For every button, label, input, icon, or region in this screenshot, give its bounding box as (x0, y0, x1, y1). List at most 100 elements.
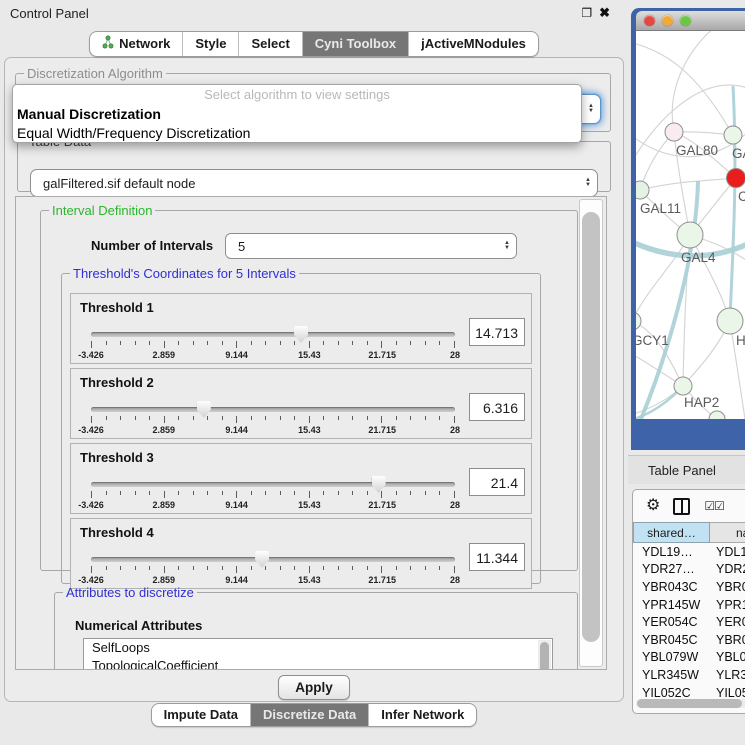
tick-mark (439, 491, 440, 495)
dropdown-placeholder-item[interactable]: Select algorithm to view settings (13, 85, 581, 104)
tab-cyni-toolbox[interactable]: Cyni Toolbox (302, 32, 408, 56)
network-edge[interactable] (636, 41, 733, 135)
network-window: GAL80GACGAL11GAL4GCY1HHAP2 (631, 8, 745, 450)
tab-jactivemnodules[interactable]: jActiveMNodules (408, 32, 538, 56)
combo-stepper-icon[interactable]: ▲▼ (579, 178, 597, 188)
network-node[interactable] (665, 123, 683, 141)
network-node[interactable] (677, 222, 703, 248)
table-row[interactable]: YPR145WYPR14 (633, 596, 745, 614)
table-row[interactable]: YBR045CYBR04 (633, 631, 745, 649)
combo-stepper-icon[interactable]: ▲▼ (582, 104, 600, 114)
table-row[interactable]: YBL079WYBL07 (633, 649, 745, 667)
num-intervals-spinner[interactable]: 5 ▲▼ (225, 233, 517, 259)
node-label: HAP2 (684, 395, 719, 410)
tick-mark (396, 416, 397, 420)
checkboxes-icon[interactable]: ☑☑ (704, 499, 724, 513)
attribute-list-item[interactable]: SelfLoops (84, 639, 552, 657)
network-edge[interactable] (640, 178, 736, 190)
column-header-name[interactable]: na (710, 522, 745, 543)
cell-name: YER05 (710, 615, 745, 629)
threshold-value-field[interactable]: 6.316 (469, 393, 525, 421)
tick-mark (106, 341, 107, 345)
tick-mark (439, 566, 440, 570)
slider-tick-labels: -3.4262.8599.14415.4321.71528 (91, 425, 455, 435)
tick-mark (178, 416, 179, 420)
slider-track[interactable] (91, 407, 455, 412)
tick-mark (164, 341, 165, 348)
threshold-slider[interactable]: -3.4262.8599.14415.4321.71528 (91, 549, 455, 585)
table-data-combobox[interactable]: galFiltered.sif default node ▲▼ (30, 169, 598, 197)
node-label: H (736, 333, 745, 348)
tab-network[interactable]: Network (90, 32, 182, 56)
spinner-stepper-icon[interactable]: ▲▼ (498, 241, 516, 251)
top-tab-bar: NetworkStyleSelectCyni ToolboxjActiveMNo… (0, 31, 628, 57)
tick-mark (338, 566, 339, 570)
tab-style[interactable]: Style (182, 32, 238, 56)
table-row[interactable]: YDL19…YDL19 (633, 543, 745, 561)
tab-infer-network[interactable]: Infer Network (368, 704, 476, 726)
slider-track[interactable] (91, 332, 455, 337)
tick-mark (367, 341, 368, 345)
gear-icon[interactable]: ⚙ (646, 498, 660, 514)
list-scrollbar[interactable] (538, 640, 551, 670)
network-node[interactable] (727, 169, 745, 188)
threshold-label: Threshold 1 (80, 300, 154, 315)
columns-icon[interactable] (673, 498, 690, 515)
tab-discretize-data[interactable]: Discretize Data (250, 704, 368, 726)
cell-name: YLR34 (710, 668, 745, 682)
attribute-list-item[interactable]: TopologicalCoefficient (84, 657, 552, 671)
tick-label: 21.715 (368, 350, 396, 360)
table-hscrollbar[interactable] (636, 699, 745, 708)
table-row[interactable]: YBR043CYBR04 (633, 578, 745, 596)
tab-impute-data[interactable]: Impute Data (152, 704, 250, 726)
interval-definition-label: Interval Definition (49, 203, 155, 218)
network-edge[interactable] (672, 31, 716, 132)
float-window-icon[interactable]: ❐ (581, 6, 592, 20)
network-node[interactable] (717, 308, 743, 334)
tick-label: -3.426 (78, 350, 104, 360)
tick-mark (236, 491, 237, 498)
num-intervals-label: Number of Intervals (91, 238, 213, 253)
network-node[interactable] (636, 312, 641, 330)
threshold-panel: Threshold 1 -3.4262.8599.14415.4321.71528… (70, 293, 532, 364)
network-canvas[interactable]: GAL80GACGAL11GAL4GCY1HHAP2 (636, 31, 745, 419)
dropdown-option[interactable]: Equal Width/Frequency Discretization (13, 123, 581, 142)
column-header-shared[interactable]: shared… (633, 522, 710, 543)
network-edge[interactable] (636, 321, 683, 386)
close-traffic-light[interactable] (644, 15, 655, 26)
table-row[interactable]: YLR345WYLR34 (633, 666, 745, 684)
threshold-slider[interactable]: -3.4262.8599.14415.4321.71528 (91, 399, 455, 435)
network-window-titlebar[interactable] (636, 11, 745, 31)
network-node[interactable] (636, 181, 649, 199)
slider-track[interactable] (91, 557, 455, 562)
threshold-slider[interactable]: -3.4262.8599.14415.4321.71528 (91, 324, 455, 360)
tick-mark (236, 416, 237, 423)
tick-label: 9.144 (225, 575, 248, 585)
dropdown-option[interactable]: Manual Discretization (13, 104, 581, 123)
zoom-traffic-light[interactable] (680, 15, 691, 26)
slider-track[interactable] (91, 482, 455, 487)
close-panel-icon[interactable]: ✖ (599, 5, 610, 21)
network-node[interactable] (709, 411, 725, 419)
table-row[interactable]: YER054CYER05 (633, 613, 745, 631)
table-panel-title: Table Panel (648, 463, 716, 478)
minimize-traffic-light[interactable] (662, 15, 673, 26)
settings-scrollbar[interactable] (579, 199, 603, 667)
tick-mark (164, 416, 165, 423)
threshold-value-field[interactable]: 11.344 (469, 543, 525, 571)
numerical-attributes-label: Numerical Attributes (75, 618, 202, 633)
tick-mark (120, 341, 121, 345)
threshold-slider[interactable]: -3.4262.8599.14415.4321.71528 (91, 474, 455, 510)
network-node[interactable] (674, 377, 692, 395)
numerical-attributes-list[interactable]: SelfLoopsTopologicalCoefficientBetweenne… (83, 638, 553, 670)
apply-button[interactable]: Apply (278, 675, 350, 700)
table-row[interactable]: YDR27…YDR27 (633, 561, 745, 579)
network-edge-highlighted[interactable] (730, 86, 735, 321)
threshold-value-field[interactable]: 14.713 (469, 318, 525, 346)
tab-select[interactable]: Select (238, 32, 301, 56)
node-label: GAL4 (681, 250, 716, 265)
tick-mark (410, 341, 411, 345)
threshold-value-field[interactable]: 21.4 (469, 468, 525, 496)
tick-mark (425, 491, 426, 495)
network-node[interactable] (724, 126, 742, 144)
